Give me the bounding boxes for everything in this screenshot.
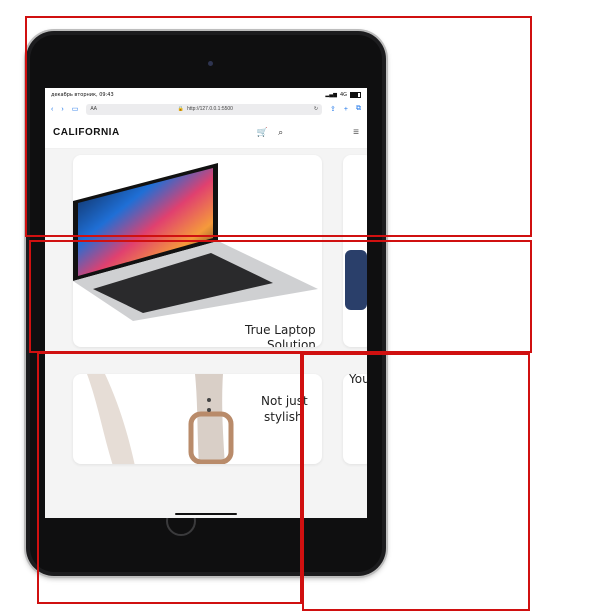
annotation-box-3 bbox=[37, 352, 302, 604]
annotation-box-4 bbox=[302, 353, 530, 611]
annotation-box-1 bbox=[25, 16, 532, 237]
annotation-box-2 bbox=[29, 240, 532, 353]
